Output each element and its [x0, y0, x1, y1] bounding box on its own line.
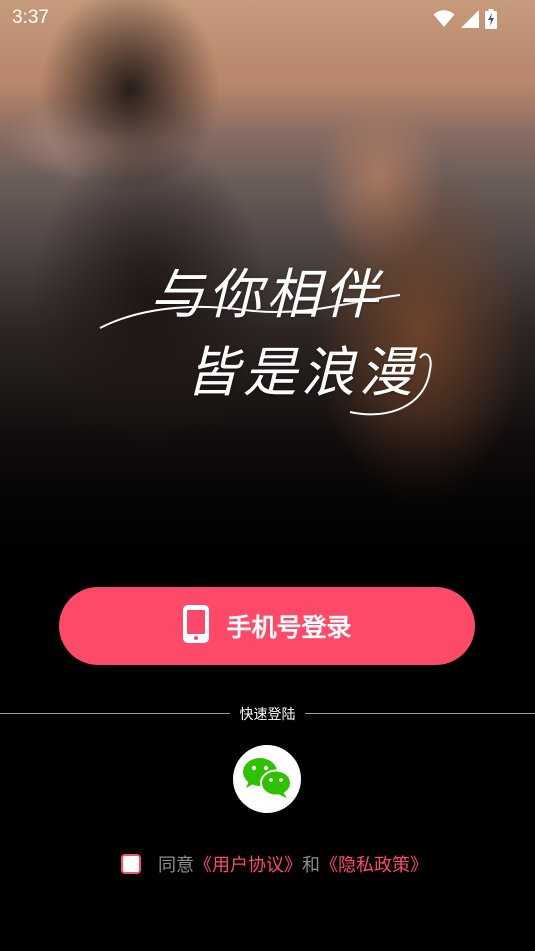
phone-login-label: 手机号登录	[226, 613, 352, 642]
phone-login-button[interactable]: 手机号登录	[59, 587, 475, 665]
slogan-line-2: 皆是浪漫	[185, 341, 417, 404]
wechat-icon	[241, 755, 293, 803]
slogan: 与你相伴 皆是浪漫	[95, 240, 440, 430]
status-bar: 3:37	[0, 0, 535, 36]
wifi-icon	[433, 10, 455, 32]
login-screen: 3:37 与你相伴 皆是浪漫 手机号登录 快速登陆 同意 《用户协议》 和 《隐…	[0, 0, 535, 951]
battery-charging-icon	[485, 9, 497, 33]
status-icons	[433, 9, 497, 33]
agreement-conjunction: 和	[302, 855, 320, 876]
slogan-line-1: 与你相伴	[150, 263, 382, 326]
user-agreement-link[interactable]: 《用户协议》	[194, 851, 302, 877]
wechat-login-button[interactable]	[233, 745, 301, 813]
privacy-policy-link[interactable]: 《隐私政策》	[320, 851, 428, 877]
quick-login-label: 快速登陆	[239, 707, 296, 723]
signal-icon	[461, 10, 479, 32]
divider-line-left	[0, 713, 230, 714]
agreement-row: 同意 《用户协议》 和 《隐私政策》	[121, 851, 428, 877]
mobile-phone-icon	[182, 604, 210, 648]
status-time: 3:37	[12, 7, 49, 28]
quick-login-divider: 快速登陆	[0, 702, 535, 724]
agreement-checkbox[interactable]	[121, 854, 141, 874]
divider-line-right	[305, 713, 535, 714]
agreement-prefix: 同意	[158, 855, 194, 876]
